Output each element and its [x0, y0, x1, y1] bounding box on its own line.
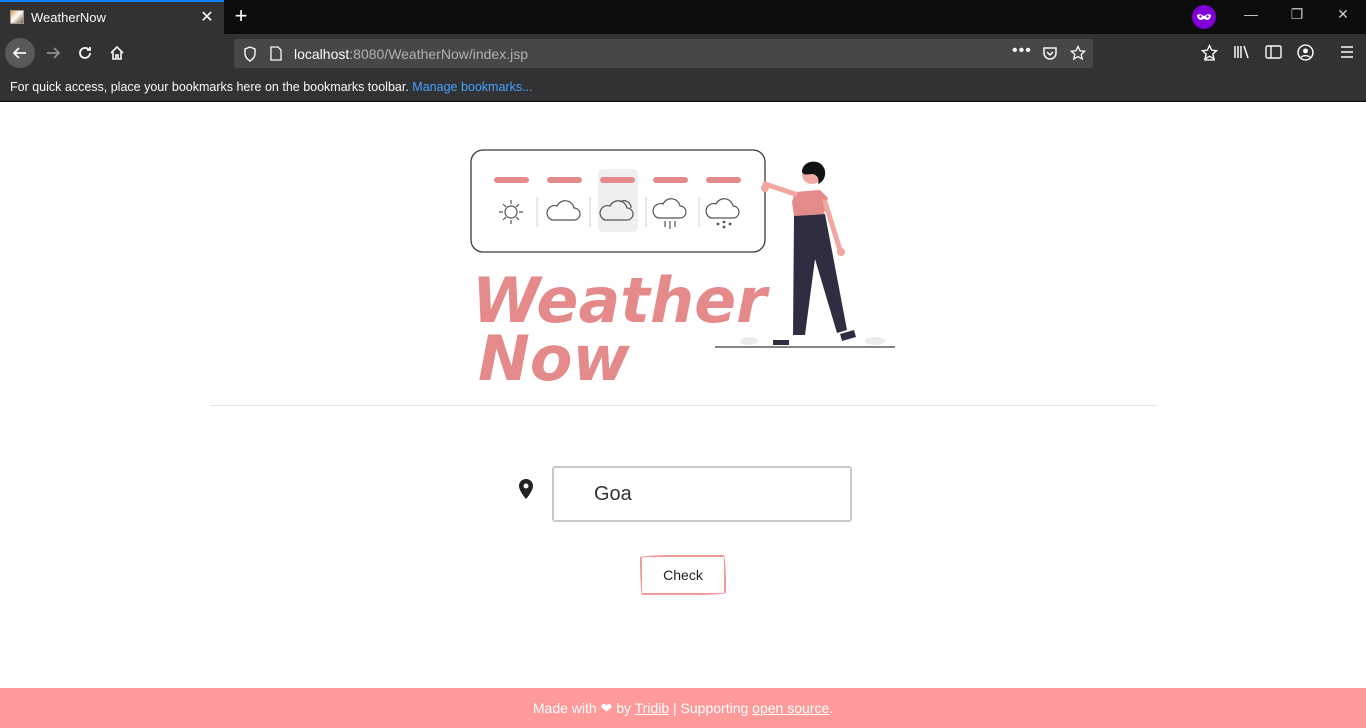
- author-link[interactable]: Tridib: [635, 700, 670, 716]
- hero-title-now: Now: [478, 322, 630, 392]
- weather-now-hero-illustration: Weather Now: [470, 149, 895, 392]
- footer-period: .: [829, 700, 834, 716]
- url-text: localhost:8080/WeatherNow/index.jsp: [294, 46, 528, 62]
- tab-close-icon[interactable]: ✕: [199, 7, 215, 27]
- section-divider: [210, 405, 1157, 406]
- url-host: localhost: [294, 46, 350, 62]
- minimize-icon[interactable]: —: [1241, 6, 1261, 26]
- city-search-input[interactable]: [552, 466, 852, 522]
- back-button[interactable]: [5, 38, 35, 68]
- bookmarks-menu-icon[interactable]: [1201, 44, 1218, 61]
- open-source-link[interactable]: open source: [752, 700, 829, 716]
- home-button[interactable]: [102, 38, 132, 68]
- shield-icon[interactable]: [243, 46, 257, 62]
- reload-button[interactable]: [70, 38, 100, 68]
- check-weather-button[interactable]: Check: [640, 555, 726, 595]
- bookmarks-toolbar: For quick access, place your bookmarks h…: [0, 72, 1366, 102]
- url-bar[interactable]: localhost:8080/WeatherNow/index.jsp •••: [234, 39, 1093, 68]
- bookmarks-prompt: For quick access, place your bookmarks h…: [10, 80, 409, 94]
- url-path: :8080/WeatherNow/index.jsp: [349, 46, 528, 62]
- footer: Made with ❤ by Tridib | Supporting open …: [0, 688, 1366, 728]
- favicon-icon: [10, 10, 24, 24]
- page-info-icon[interactable]: [270, 46, 282, 61]
- tab-strip: WeatherNow ✕ + — ❐ ✕: [0, 0, 1366, 34]
- tab-title: WeatherNow: [31, 10, 106, 25]
- browser-tab[interactable]: WeatherNow ✕: [0, 0, 224, 34]
- manage-bookmarks-link[interactable]: Manage bookmarks...: [412, 80, 532, 94]
- page-actions-icon[interactable]: •••: [1012, 42, 1032, 60]
- restore-icon[interactable]: ❐: [1287, 6, 1307, 26]
- bookmarks-hint: For quick access, place your bookmarks h…: [10, 80, 533, 94]
- back-arrow-icon: [12, 47, 26, 59]
- private-browsing-icon: [1192, 5, 1216, 29]
- library-icon[interactable]: [1233, 44, 1251, 60]
- navigation-toolbar: localhost:8080/WeatherNow/index.jsp •••: [0, 34, 1366, 72]
- forward-arrow-icon: [47, 47, 61, 59]
- hamburger-menu-icon[interactable]: [1339, 44, 1355, 60]
- forward-button[interactable]: [38, 38, 68, 68]
- footer-made-with: Made with: [532, 700, 597, 716]
- pocket-icon[interactable]: [1042, 45, 1058, 61]
- account-icon[interactable]: [1297, 44, 1314, 61]
- home-icon: [110, 45, 124, 60]
- page-content: Weather Now Check Made with ❤ by Tridib …: [0, 102, 1366, 728]
- footer-separator: | Supporting: [673, 700, 749, 716]
- map-pin-icon: [519, 479, 533, 499]
- reload-icon: [79, 47, 91, 59]
- footer-by: by: [616, 700, 631, 716]
- sidebar-icon[interactable]: [1265, 44, 1282, 60]
- bookmark-star-icon[interactable]: [1070, 45, 1086, 61]
- window-close-icon[interactable]: ✕: [1333, 6, 1353, 26]
- new-tab-icon[interactable]: +: [230, 3, 252, 29]
- heart-icon: ❤: [600, 700, 613, 716]
